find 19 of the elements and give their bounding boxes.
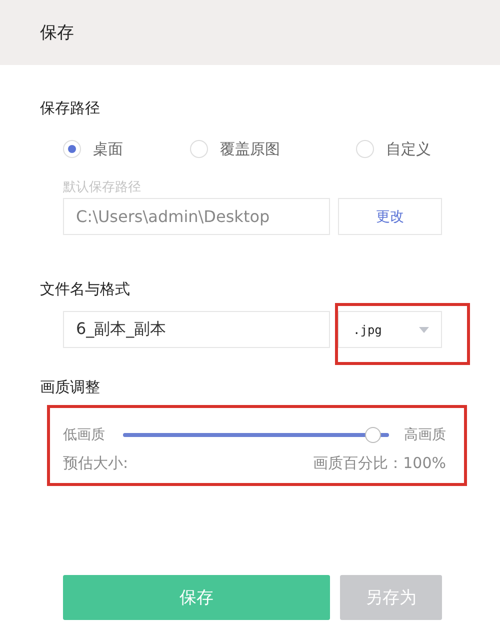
section-heading: 画质调整 [40, 378, 101, 397]
change-button[interactable]: 更改 [338, 198, 442, 235]
slider-thumb[interactable] [365, 427, 381, 443]
radio-option[interactable]: 桌面 [63, 140, 190, 158]
section-heading: 保存路径 [40, 99, 101, 118]
radio-option[interactable]: 自定义 [356, 140, 456, 158]
section-heading: 文件名与格式 [40, 280, 131, 299]
quality-slider[interactable] [123, 427, 389, 443]
format-select[interactable]: .jpg [338, 311, 442, 348]
quality-percent: 画质百分比：100% [313, 454, 446, 473]
slider-label: 低画质 [63, 426, 105, 444]
dialog-title: 保存 [40, 22, 74, 44]
field-caption: 默认保存路径 [63, 179, 142, 196]
path-field[interactable]: C:\Users\admin\Desktop [63, 198, 330, 235]
caret-icon [419, 326, 429, 332]
slider-label: 高画质 [404, 426, 446, 444]
filename-field[interactable]: 6_副本_副本 [63, 311, 330, 348]
size-estimate: 预估大小: [63, 454, 128, 473]
radio-option[interactable]: 覆盖原图 [190, 140, 356, 158]
